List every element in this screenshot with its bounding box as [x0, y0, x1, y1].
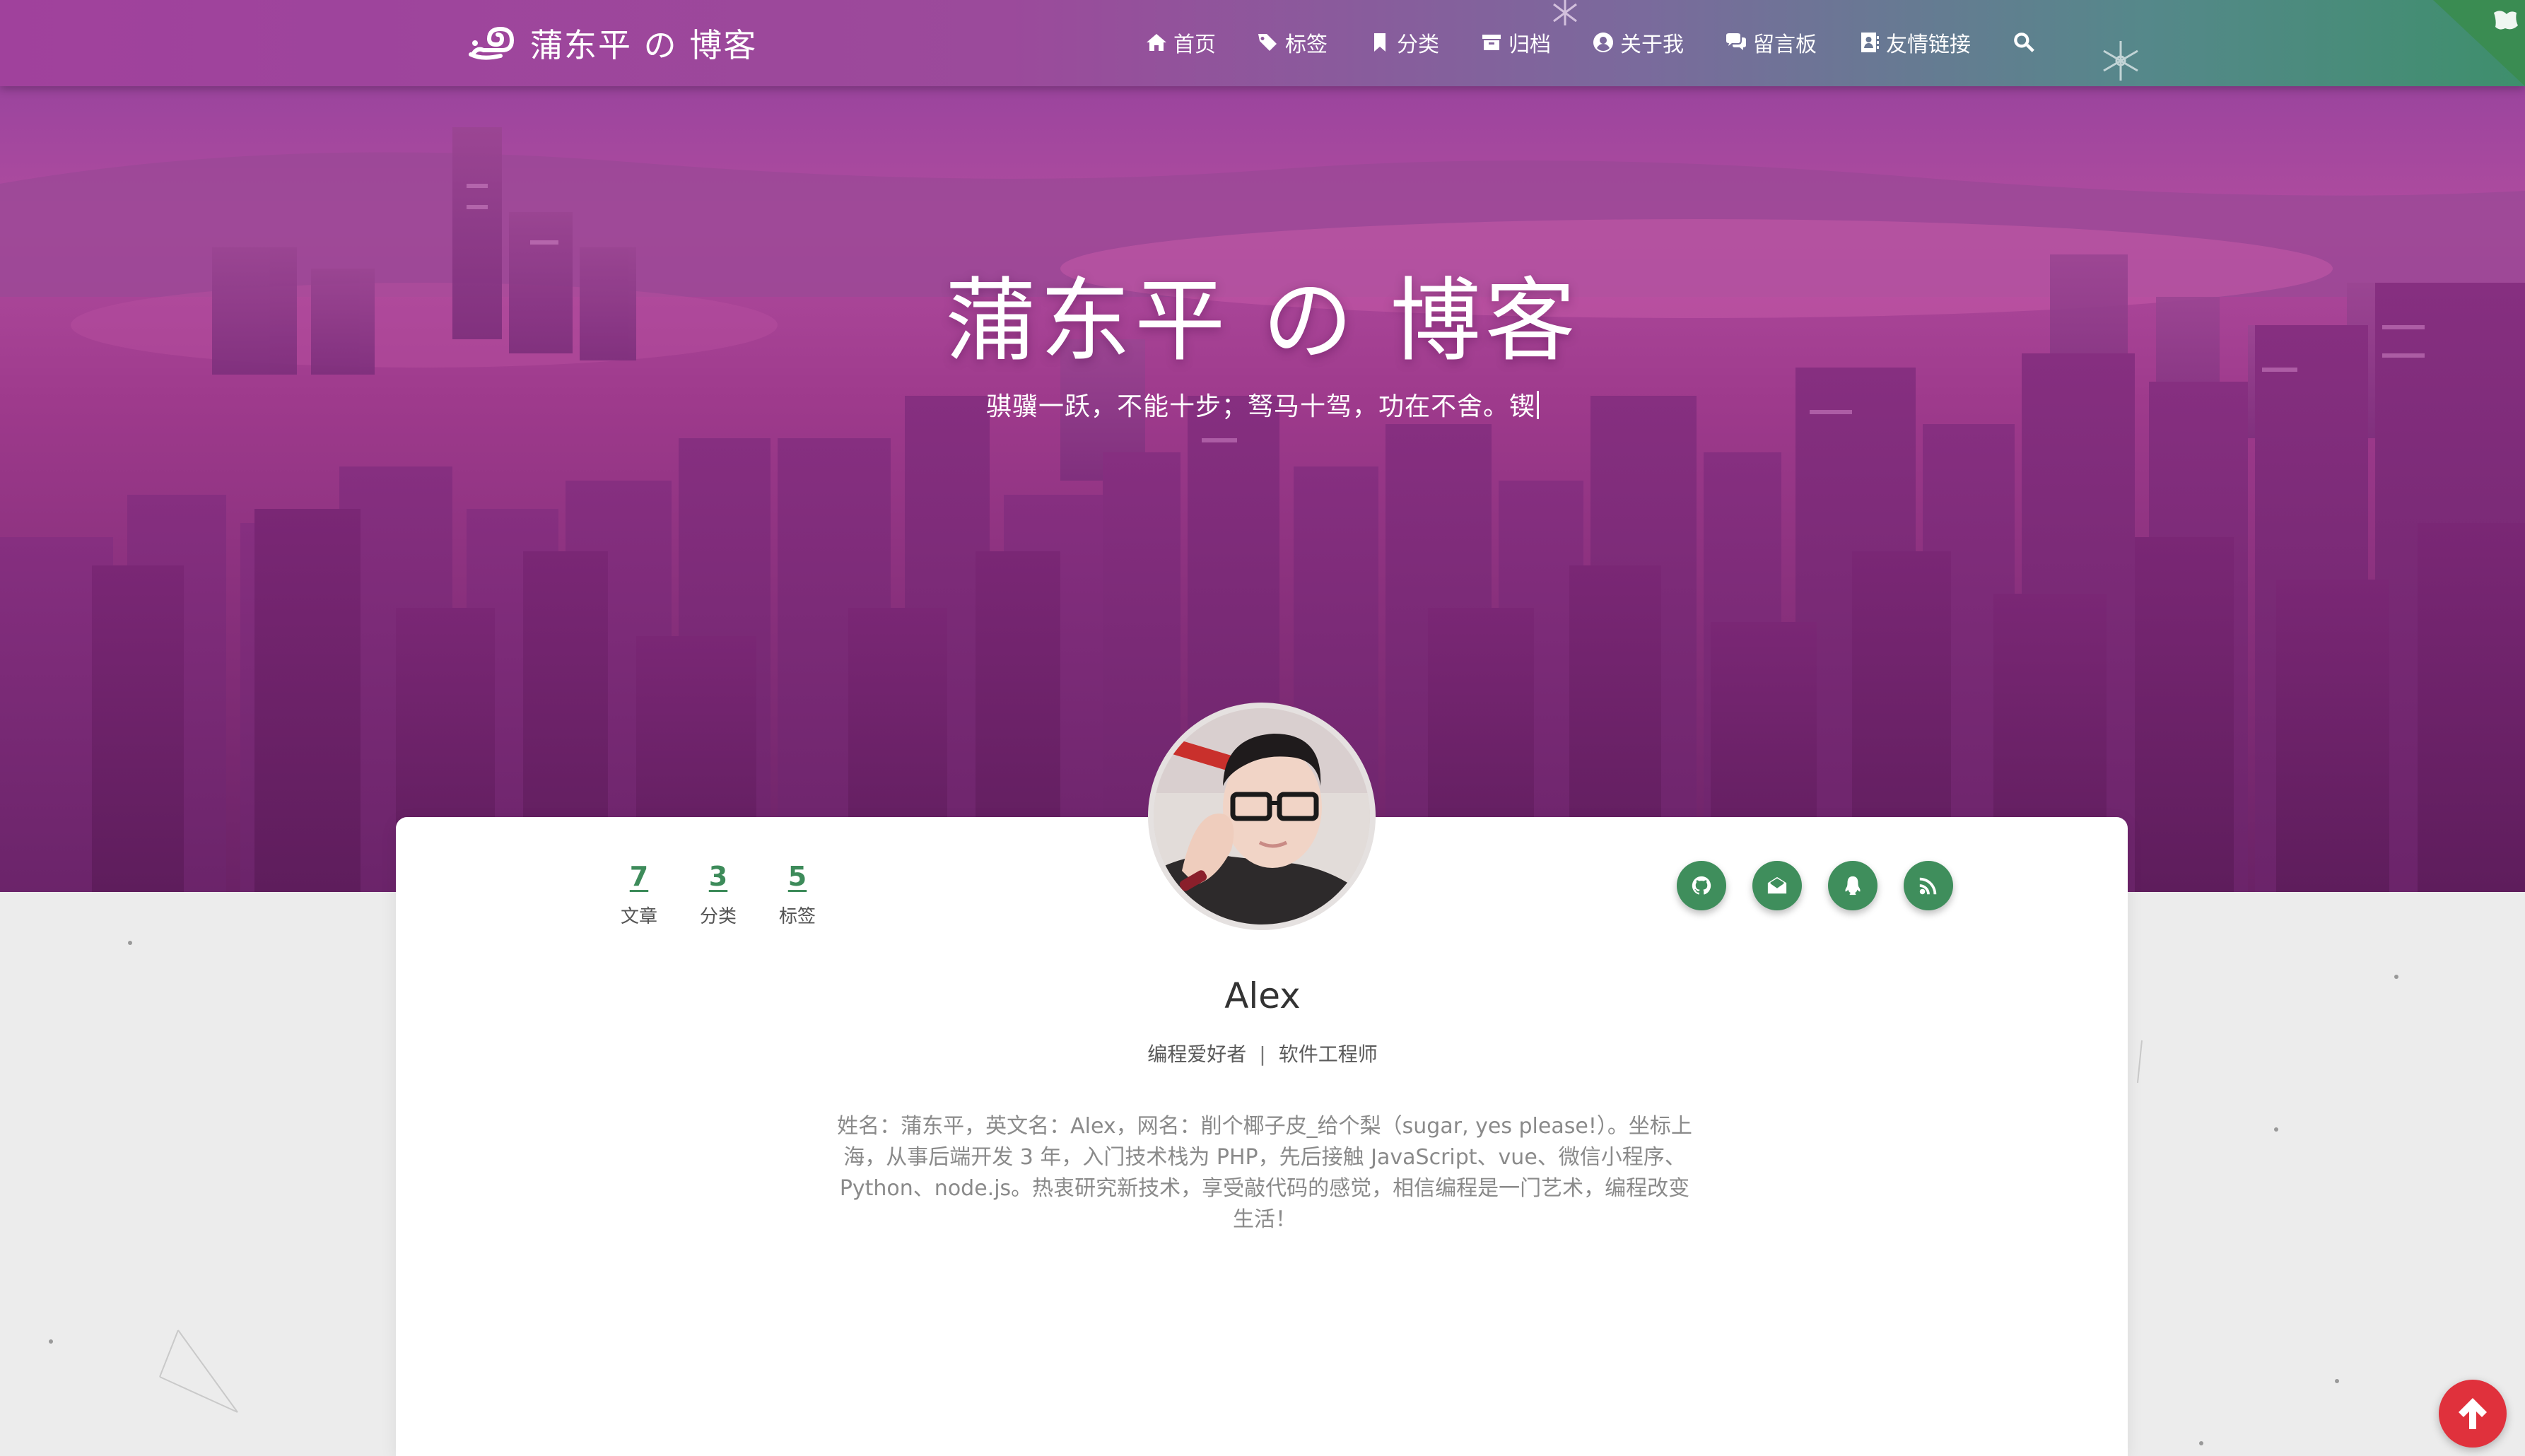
- nav-item-label: 友情链接: [1886, 33, 1971, 57]
- snail-logo-icon: [469, 26, 515, 60]
- nav-item-tags[interactable]: 标签: [1257, 27, 1328, 58]
- brand-link[interactable]: 蒲东平 の 博客: [468, 20, 757, 66]
- nav-item-friends[interactable]: 友情链接: [1858, 27, 1971, 58]
- role-hobbyist: 编程爱好者: [1147, 1043, 1247, 1066]
- search-button[interactable]: [2012, 30, 2041, 54]
- comments-icon: [1726, 33, 1746, 50]
- stat-articles-count: 7: [629, 861, 649, 892]
- nav-item-label: 标签: [1285, 33, 1328, 57]
- user-circle-icon: [1593, 33, 1614, 52]
- stat-categories-count: 3: [708, 861, 728, 892]
- snowflake-icon: [1553, 0, 1577, 25]
- top-navbar: 蒲东平 の 博客 首页 标签 分类 归档 关于我 留言板 友情链接: [0, 0, 2525, 86]
- github-button[interactable]: [1677, 861, 1726, 910]
- profile-bio: 姓名：蒲东平，英文名：Alex，网名：削个椰子皮_给个梨（sugar, yes …: [837, 1114, 1692, 1232]
- hero-title: 蒲东平 の 博客: [945, 269, 1580, 374]
- social-links: [1677, 861, 1979, 910]
- nav-item-label: 归档: [1508, 33, 1551, 57]
- profile-stats: 7 文章 3 分类 5 标签: [599, 861, 837, 928]
- hero-subtitle-text: 骐骥一跃，不能十步；驽马十驾，功在不舍。锲: [985, 392, 1535, 421]
- avatar-photo: [1154, 708, 1370, 924]
- snowflake-icon: [2103, 41, 2138, 81]
- tags-icon: [1258, 34, 1277, 51]
- nav-item-label: 留言板: [1753, 33, 1817, 57]
- stat-articles-label: 文章: [620, 906, 657, 927]
- profile-roles: 编程爱好者 | 软件工程师: [0, 1039, 2525, 1067]
- nav-item-label: 关于我: [1620, 33, 1684, 57]
- hero-subtitle: 骐骥一跃，不能十步；驽马十驾，功在不舍。锲: [0, 386, 2525, 423]
- archive-icon: [1482, 35, 1501, 50]
- rss-icon: [1919, 877, 1937, 895]
- stat-tags-count: 5: [787, 861, 807, 892]
- arrow-up-icon: [2459, 1398, 2487, 1429]
- role-separator: |: [1259, 1043, 1266, 1066]
- nav-item-guestbook[interactable]: 留言板: [1725, 27, 1817, 58]
- stat-articles[interactable]: 7 文章: [599, 861, 679, 928]
- search-icon: [2014, 33, 2034, 52]
- qq-button[interactable]: [1828, 861, 1877, 910]
- nav-item-label: 分类: [1397, 33, 1439, 57]
- nav-item-categories[interactable]: 分类: [1369, 27, 1439, 58]
- github-corner-icon[interactable]: [2433, 0, 2525, 86]
- rss-button[interactable]: [1904, 861, 1953, 910]
- nav-item-home[interactable]: 首页: [1145, 27, 1216, 58]
- role-engineer: 软件工程师: [1278, 1043, 1378, 1066]
- main-nav: 首页 标签 分类 归档 关于我 留言板 友情链接: [1145, 27, 2082, 58]
- nav-item-archive[interactable]: 归档: [1480, 27, 1551, 58]
- address-book-icon: [1861, 33, 1879, 52]
- profile-name: Alex: [1224, 975, 1301, 1016]
- bookmark-icon: [1374, 33, 1385, 52]
- stat-categories[interactable]: 3 分类: [679, 861, 758, 928]
- nav-item-label: 首页: [1173, 33, 1216, 57]
- back-to-top-button[interactable]: [2439, 1380, 2507, 1448]
- home-icon: [1147, 34, 1166, 51]
- nav-item-about[interactable]: 关于我: [1592, 27, 1684, 58]
- qq-icon: [1845, 876, 1861, 896]
- email-button[interactable]: [1752, 861, 1802, 910]
- typing-cursor: [1537, 391, 1539, 419]
- stat-categories-label: 分类: [699, 906, 737, 927]
- avatar[interactable]: [1148, 703, 1376, 930]
- stat-tags[interactable]: 5 标签: [758, 861, 837, 928]
- brand-title: 蒲东平 の 博客: [530, 26, 758, 64]
- github-icon: [1692, 876, 1711, 895]
- email-icon: [1767, 876, 1787, 894]
- stat-tags-label: 标签: [778, 906, 816, 927]
